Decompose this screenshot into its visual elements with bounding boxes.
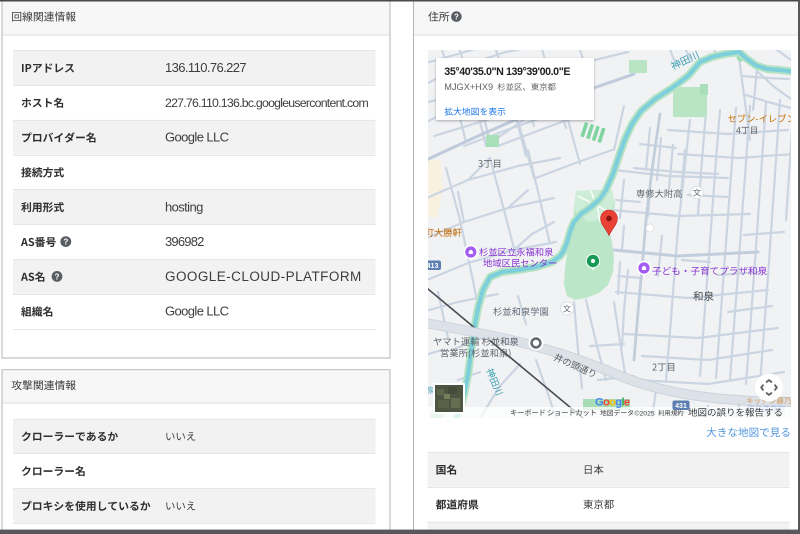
svg-text:hosting: hosting — [165, 199, 203, 214]
svg-text:413: 413 — [427, 263, 439, 270]
svg-text:Google: Google — [595, 397, 630, 409]
svg-text:Google LLC: Google LLC — [165, 304, 229, 319]
svg-text:?: ? — [55, 273, 60, 282]
svg-text:MJGX+HX9: MJGX+HX9 — [444, 82, 493, 92]
svg-text:GOOGLE-CLOUD-PLATFORM: GOOGLE-CLOUD-PLATFORM — [165, 269, 362, 284]
svg-text:136.110.76.227: 136.110.76.227 — [165, 60, 246, 75]
svg-text:396982: 396982 — [165, 234, 204, 249]
svg-text:227.76.110.136.bc.googleuserco: 227.76.110.136.bc.googleusercontent.com — [165, 96, 368, 110]
svg-text:35°40'35.0"N 139°39'00.0"E: 35°40'35.0"N 139°39'00.0"E — [444, 66, 570, 78]
svg-text:?: ? — [454, 13, 459, 22]
svg-text:©2025: ©2025 — [635, 409, 655, 417]
svg-text:431: 431 — [675, 403, 687, 410]
svg-text:?: ? — [63, 238, 68, 247]
svg-text:Google LLC: Google LLC — [165, 130, 229, 145]
